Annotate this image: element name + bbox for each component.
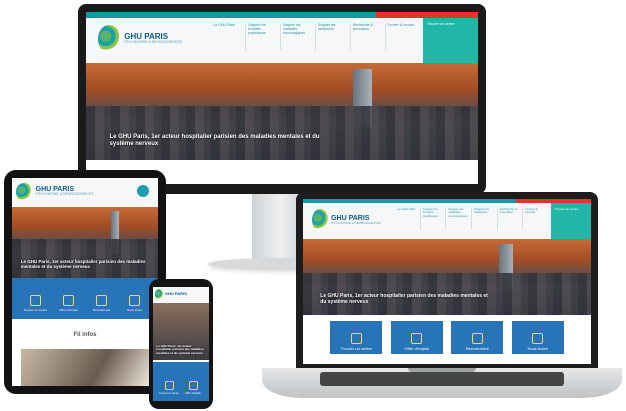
search-icon (411, 333, 423, 345)
quick-link-label: Offre d'emploi (59, 308, 78, 313)
brand-subtitle: PSYCHIATRIE & NEUROSCIENCES (331, 220, 381, 225)
quick-links: Trouver un centre Offre d'emploi Recrute… (303, 321, 591, 355)
laptop-screen: GHU PARIS PSYCHIATRIE & NEUROSCIENCES Le… (303, 199, 591, 364)
hero-caption: Le GHU Paris, 1er acteur hospitalier par… (109, 133, 320, 148)
site-header: GHU PARIS PSYCHIATRIE & NEUROSCIENCES (12, 178, 158, 208)
find-centre-button[interactable]: Trouver un centre (550, 203, 591, 240)
quick-link-label: Recrutement (92, 308, 111, 313)
laptop-base (262, 368, 622, 398)
menu-icon[interactable] (137, 185, 150, 198)
mail-icon (532, 333, 544, 345)
hero-caption: Le GHU Paris, 1er acteur hospitalier par… (20, 258, 146, 269)
hero-image: Le GHU Paris, 1er acteur hospitalier par… (303, 239, 591, 315)
nav-item[interactable]: Le GHU Paris (395, 207, 417, 230)
news-image[interactable] (20, 348, 150, 386)
main-nav: Le GHU Paris Soigner les troubles psychi… (395, 207, 545, 230)
phone: GHU PARIS Le GHU Paris, 1er acteur hospi… (149, 279, 213, 409)
search-icon (62, 295, 74, 307)
hero-image: Le GHU Paris, 1er acteur hospitalier par… (153, 302, 209, 360)
fil-infos-heading: Fil infos (73, 331, 97, 338)
nav-item[interactable]: Soigner les addictions (471, 207, 494, 230)
site-logo[interactable]: GHU PARIS PSYCHIATRIE & NEUROSCIENCES (97, 23, 200, 54)
nav-item[interactable]: Soigner les addictions (314, 23, 346, 52)
site-logo[interactable]: GHU PARIS PSYCHIATRIE & NEUROSCIENCES (16, 181, 104, 201)
logo-icon (97, 24, 121, 54)
site-logo[interactable]: GHU PARIS (154, 289, 194, 300)
quick-link-label: Trouver un centre (23, 308, 48, 313)
nav-item[interactable]: Soigner les troubles psychiques (419, 207, 443, 230)
main-nav: Le GHU Paris Soigner les troubles psychi… (211, 23, 416, 52)
quick-link-tile[interactable]: Nous écrire (511, 321, 564, 355)
logo-icon (16, 182, 33, 201)
hero-image: Le GHU Paris, 1er acteur hospitalier par… (86, 62, 478, 160)
tablet-screen: GHU PARIS PSYCHIATRIE & NEUROSCIENCES Le… (12, 178, 158, 386)
building-icon (350, 333, 362, 345)
calendar-icon (471, 333, 483, 345)
quick-link-tile[interactable]: Trouver un centre (20, 281, 51, 316)
nav-item[interactable]: Soigner les maladies neurologiques (445, 207, 468, 230)
quick-link-label: Offre d'emploi (185, 392, 201, 395)
quick-link-label: Nous écrire (527, 346, 548, 352)
phone-screen: GHU PARIS Le GHU Paris, 1er acteur hospi… (153, 287, 209, 401)
desktop-screen: GHU PARIS PSYCHIATRIE & NEUROSCIENCES Le… (86, 12, 478, 184)
hero-caption: Le GHU Paris, 1er acteur hospitalier par… (156, 343, 204, 355)
quick-link-label: Recrutement (465, 346, 489, 352)
laptop: GHU PARIS PSYCHIATRIE & NEUROSCIENCES Le… (296, 192, 598, 370)
quick-links: Trouver un centre Offre d'emploi Recrute… (12, 277, 158, 320)
quick-links: Trouver un centre Offre d'emploi (153, 362, 209, 401)
quick-link-tile[interactable]: Offre d'emploi (182, 365, 204, 398)
quick-link-label: Nous écrire (126, 308, 143, 313)
mail-icon (129, 295, 141, 307)
quick-link-tile[interactable]: Nous écrire (119, 281, 150, 316)
brand-subtitle: PSYCHIATRIE & NEUROSCIENCES (35, 192, 94, 197)
nav-item[interactable]: Former & innover (522, 207, 545, 230)
calendar-icon (96, 295, 108, 307)
nav-item[interactable]: Recherche & innovation (496, 207, 520, 230)
keyboard (320, 372, 564, 386)
building-icon (164, 381, 174, 390)
site-header: GHU PARIS (153, 287, 209, 303)
site-header: GHU PARIS PSYCHIATRIE & NEUROSCIENCES Le… (86, 18, 478, 63)
nav-item[interactable]: Former & innover (384, 23, 416, 52)
quick-link-label: Offre d'emploi (404, 346, 430, 352)
quick-link-tile[interactable]: Trouver un centre (158, 365, 180, 398)
building-icon (29, 295, 41, 307)
quick-link-tile[interactable]: Recrutement (451, 321, 504, 355)
brand-subtitle: PSYCHIATRIE & NEUROSCIENCES (124, 40, 183, 45)
nav-item[interactable]: Le GHU Paris (211, 23, 241, 51)
logo-icon (311, 208, 329, 232)
nav-item[interactable]: Soigner les troubles psychiques (245, 23, 276, 52)
quick-link-label: Trouver un centre (159, 392, 179, 395)
hero-image: Le GHU Paris, 1er acteur hospitalier par… (12, 207, 158, 278)
hero-caption: Le GHU Paris, 1er acteur hospitalier par… (320, 293, 488, 306)
quick-link-tile[interactable]: Trouver un centre (330, 321, 383, 355)
find-centre-button[interactable]: Trouver un centre (423, 18, 478, 63)
logo-icon (154, 289, 164, 300)
site-logo[interactable]: GHU PARIS PSYCHIATRIE & NEUROSCIENCES (311, 207, 387, 232)
nav-item[interactable]: Recherche & innovation (349, 23, 381, 52)
desktop-monitor: GHU PARIS PSYCHIATRIE & NEUROSCIENCES Le… (78, 4, 486, 194)
tablet: GHU PARIS PSYCHIATRIE & NEUROSCIENCES Le… (4, 170, 166, 394)
quick-link-tile[interactable]: Offre d'emploi (390, 321, 443, 355)
brand-name: GHU PARIS (164, 291, 187, 297)
quick-link-label: Trouver un centre (340, 346, 373, 352)
quick-link-tile[interactable]: Recrutement (86, 281, 117, 316)
search-icon (188, 381, 198, 390)
nav-item[interactable]: Soigner les maladies neurologiques (280, 23, 311, 52)
quick-link-tile[interactable]: Offre d'emploi (53, 281, 84, 316)
site-header: GHU PARIS PSYCHIATRIE & NEUROSCIENCES Le… (303, 203, 591, 240)
